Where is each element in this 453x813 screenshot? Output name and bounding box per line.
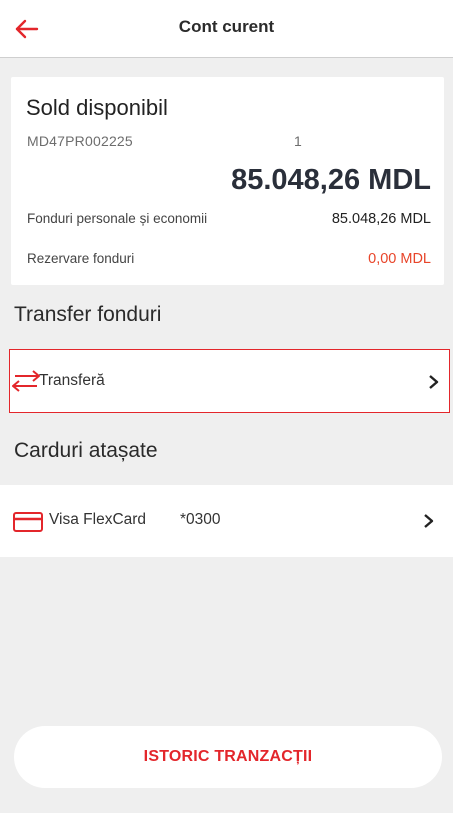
account-iban-suffix: 1 <box>294 133 302 149</box>
page-title: Cont curent <box>178 17 275 36</box>
personal-funds-value: 85.048,26 MDL <box>331 211 431 227</box>
transfer-label: Transferă <box>39 372 105 389</box>
chevron-right-icon <box>429 375 439 389</box>
account-iban: MD47PR002225 <box>27 133 133 149</box>
transfer-button[interactable]: Transferă <box>9 349 450 413</box>
balance-card: Sold disponibil MD47PR002225 1 85.048,26… <box>11 77 444 285</box>
personal-funds-label: Fonduri personale și economii <box>27 211 208 226</box>
balance-title: Sold disponibil <box>26 95 168 120</box>
available-balance: 85.048,26 MDL <box>231 164 431 196</box>
transaction-history-label: ISTORIC TRANZACȚII <box>143 748 313 765</box>
top-bar: Cont curent <box>0 0 453 58</box>
reserved-funds-value: 0,00 MDL <box>368 251 431 267</box>
reserved-funds-label: Rezervare fonduri <box>27 251 135 266</box>
card-masked-number: *0300 <box>180 511 221 528</box>
transfer-arrows-icon <box>12 370 40 392</box>
cards-section-title: Carduri atașate <box>14 439 158 462</box>
transfer-section-title: Transfer fonduri <box>14 303 162 326</box>
chevron-right-icon <box>424 514 434 528</box>
credit-card-icon <box>13 512 43 532</box>
card-name: Visa FlexCard <box>49 511 147 528</box>
transaction-history-button[interactable]: ISTORIC TRANZACȚII <box>14 726 442 788</box>
visa-flexcard-item[interactable]: Visa FlexCard *0300 <box>0 485 453 557</box>
